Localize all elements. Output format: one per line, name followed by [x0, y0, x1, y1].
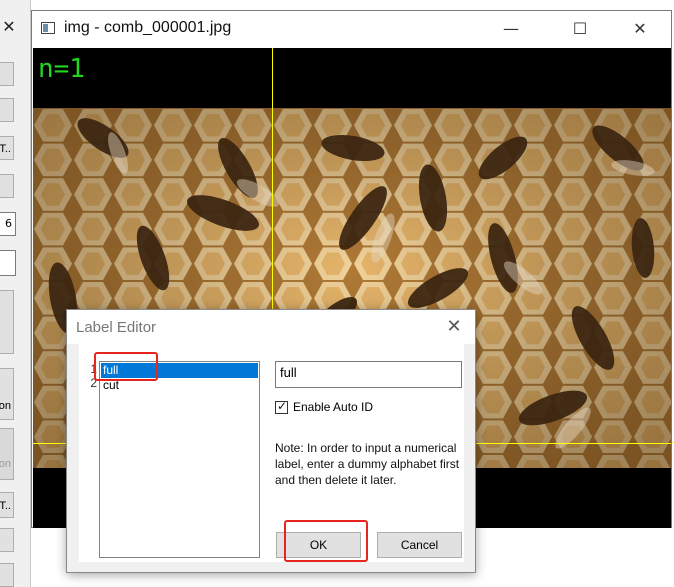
background-field[interactable] [0, 250, 16, 276]
label-editor-titlebar[interactable]: Label Editor ✕ [67, 310, 475, 344]
image-window-titlebar[interactable]: img - comb_000001.jpg — ☐ ✕ [32, 11, 671, 47]
background-button[interactable]: on [0, 368, 14, 420]
count-overlay: n=1 [38, 54, 85, 84]
label-list[interactable]: full cut [99, 361, 260, 558]
enable-auto-id-label[interactable]: Enable Auto ID [293, 400, 373, 414]
background-button[interactable] [0, 563, 14, 587]
minimize-button[interactable]: — [488, 11, 534, 47]
background-button[interactable] [0, 528, 14, 552]
note-text: Note: In order to input a numerical labe… [275, 441, 460, 487]
checkmark-icon: ✓ [277, 399, 288, 413]
background-window: ✕ T.. 6 on on T.. [0, 0, 31, 587]
background-button[interactable] [0, 98, 14, 122]
label-editor-title: Label Editor [76, 319, 157, 336]
image-window-title: img - comb_000001.jpg [64, 19, 232, 36]
dialog-close-button[interactable]: ✕ [439, 314, 469, 340]
background-close-icon[interactable]: ✕ [0, 17, 18, 36]
background-button[interactable]: on [0, 428, 14, 480]
label-text-input[interactable]: full [275, 361, 462, 388]
highlight-box-full-label [94, 352, 158, 381]
background-button[interactable]: T.. [0, 492, 14, 518]
background-button[interactable] [0, 62, 14, 86]
enable-auto-id-checkbox[interactable]: ✓ [275, 399, 288, 414]
background-button[interactable] [0, 174, 14, 198]
maximize-button[interactable]: ☐ [557, 11, 603, 47]
close-window-button[interactable]: ✕ [617, 11, 663, 47]
background-button[interactable] [0, 290, 14, 354]
label-editor-dialog: Label Editor ✕ 1 2 full cut full ✓ Enabl… [66, 309, 476, 573]
highlight-box-ok-button [284, 520, 368, 562]
background-button[interactable]: T.. [0, 136, 14, 160]
cancel-button[interactable]: Cancel [377, 532, 462, 558]
window-app-icon [41, 22, 55, 34]
background-field[interactable]: 6 [0, 212, 16, 236]
